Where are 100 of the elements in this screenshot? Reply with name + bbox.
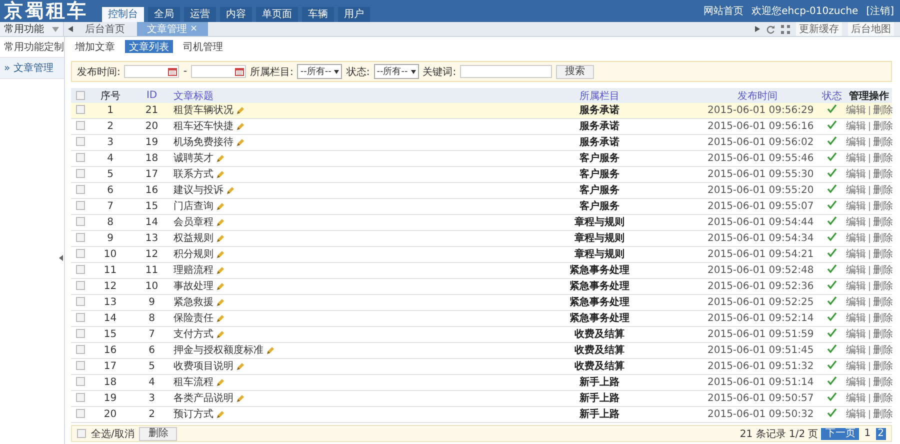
delete-link[interactable]: 删除 — [869, 186, 894, 194]
nav-tab[interactable]: 内容 — [220, 7, 252, 22]
delete-link[interactable]: 删除 — [869, 346, 894, 354]
delete-link[interactable]: 删除 — [869, 314, 894, 322]
sub-tab[interactable]: 增加文章 — [71, 40, 119, 53]
article-title[interactable]: 权益规则 — [174, 232, 214, 244]
toolbar-link[interactable]: 后台地图 — [848, 22, 894, 36]
edit-link[interactable]: 编辑 — [846, 104, 866, 116]
nav-tab[interactable]: 用户 — [338, 7, 370, 22]
next-page-button[interactable]: 下一页 — [821, 428, 860, 440]
article-title[interactable]: 收费项目说明 — [174, 360, 234, 372]
sub-tab[interactable]: 司机管理 — [179, 40, 227, 53]
edit-link[interactable]: 编辑 — [846, 136, 866, 148]
checkbox[interactable] — [76, 153, 86, 162]
edit-link[interactable]: 编辑 — [846, 328, 866, 340]
article-title[interactable]: 租赁车辆状况 — [174, 104, 234, 116]
checkbox[interactable] — [76, 217, 86, 226]
article-title[interactable]: 紧急救援 — [174, 296, 214, 308]
edit-link[interactable]: 编辑 — [846, 280, 866, 292]
edit-link[interactable]: 编辑 — [846, 312, 866, 324]
checkbox[interactable] — [76, 105, 86, 114]
page-button[interactable]: 1 — [862, 428, 873, 440]
checkbox[interactable] — [76, 185, 86, 194]
delete-link[interactable]: 删除 — [869, 250, 894, 258]
checkbox[interactable] — [76, 409, 86, 418]
edit-link[interactable]: 编辑 — [846, 408, 866, 420]
search-button[interactable]: 搜索 — [556, 64, 594, 78]
nav-tab[interactable]: 单页面 — [256, 7, 298, 22]
checkbox[interactable] — [76, 361, 86, 370]
edit-link[interactable]: 编辑 — [846, 216, 866, 228]
delete-link[interactable]: 删除 — [869, 362, 894, 370]
checkbox[interactable] — [76, 233, 86, 242]
delete-link[interactable]: 删除 — [869, 234, 894, 242]
checkbox[interactable] — [76, 329, 86, 338]
delete-link[interactable]: 删除 — [869, 138, 894, 146]
delete-link[interactable]: 删除 — [869, 298, 894, 306]
page-button[interactable]: 2 — [876, 428, 886, 440]
article-title[interactable]: 租车流程 — [174, 376, 214, 388]
article-title[interactable]: 租车还车快捷 — [174, 120, 234, 132]
delete-link[interactable]: 删除 — [869, 282, 894, 290]
article-title[interactable]: 联系方式 — [174, 168, 214, 180]
checkbox[interactable] — [76, 249, 86, 258]
dropdown[interactable]: --所有-- — [374, 64, 419, 79]
article-title[interactable]: 押金与授权额度标准 — [174, 344, 264, 356]
delete-button[interactable]: 删除 — [139, 426, 178, 440]
edit-link[interactable]: 编辑 — [846, 200, 866, 212]
article-title[interactable]: 保险责任 — [174, 312, 214, 324]
checkbox[interactable] — [76, 313, 86, 322]
checkbox[interactable] — [76, 377, 86, 386]
date-field[interactable] — [190, 65, 246, 78]
article-title[interactable]: 理赔流程 — [174, 264, 214, 276]
sidebar-item[interactable]: » 文章管理 — [0, 58, 64, 79]
edit-link[interactable]: 编辑 — [846, 296, 866, 308]
delete-link[interactable]: 删除 — [869, 378, 894, 386]
checkbox[interactable] — [76, 201, 86, 210]
article-title[interactable]: 预订方式 — [174, 408, 214, 420]
checkbox[interactable] — [77, 429, 86, 438]
delete-link[interactable]: 删除 — [869, 202, 894, 210]
edit-link[interactable]: 编辑 — [846, 344, 866, 356]
date-field[interactable] — [124, 65, 180, 78]
checkbox[interactable] — [76, 345, 86, 354]
edit-link[interactable]: 编辑 — [846, 376, 866, 388]
delete-link[interactable]: 删除 — [869, 122, 894, 130]
checkbox[interactable] — [76, 137, 86, 146]
delete-link[interactable]: 删除 — [869, 106, 894, 114]
article-title[interactable]: 诚聘英才 — [174, 152, 214, 164]
checkbox[interactable] — [76, 281, 86, 290]
delete-link[interactable]: 删除 — [869, 330, 894, 338]
checkbox[interactable] — [76, 265, 86, 274]
checkbox[interactable] — [76, 297, 86, 306]
edit-link[interactable]: 编辑 — [846, 360, 866, 372]
article-title[interactable]: 各类产品说明 — [174, 392, 234, 404]
delete-link[interactable]: 删除 — [869, 394, 894, 402]
nav-tab[interactable]: 运营 — [184, 7, 216, 22]
article-title[interactable]: 建议与投诉 — [174, 184, 224, 196]
delete-link[interactable]: 删除 — [869, 266, 894, 274]
sub-tab[interactable]: 文章列表 — [125, 40, 173, 53]
checkbox[interactable] — [76, 169, 86, 178]
article-title[interactable]: 机场免费接待 — [174, 136, 234, 148]
checkbox[interactable] — [76, 90, 86, 100]
edit-link[interactable]: 编辑 — [846, 152, 866, 164]
nav-tab[interactable]: 控制台 — [102, 7, 144, 22]
article-title[interactable]: 会员章程 — [174, 216, 214, 228]
delete-link[interactable]: 删除 — [869, 170, 894, 178]
edit-link[interactable]: 编辑 — [846, 248, 866, 260]
edit-link[interactable]: 编辑 — [846, 232, 866, 244]
article-title[interactable]: 支付方式 — [174, 328, 214, 340]
edit-link[interactable]: 编辑 — [846, 184, 866, 196]
delete-link[interactable]: 删除 — [869, 154, 894, 162]
header-link[interactable]: [注销] — [866, 4, 894, 18]
toolbar-link[interactable]: 更新缓存 — [796, 22, 842, 36]
delete-link[interactable]: 删除 — [869, 410, 894, 418]
dropdown[interactable]: --所有-- — [297, 64, 342, 79]
delete-link[interactable]: 删除 — [869, 218, 894, 226]
nav-tab[interactable]: 全局 — [148, 7, 180, 22]
article-title[interactable]: 事故处理 — [174, 280, 214, 292]
header-link[interactable]: 网站首页 — [704, 4, 744, 18]
edit-link[interactable]: 编辑 — [846, 392, 866, 404]
article-title[interactable]: 门店查询 — [174, 200, 214, 212]
nav-tab[interactable]: 车辆 — [302, 7, 334, 22]
